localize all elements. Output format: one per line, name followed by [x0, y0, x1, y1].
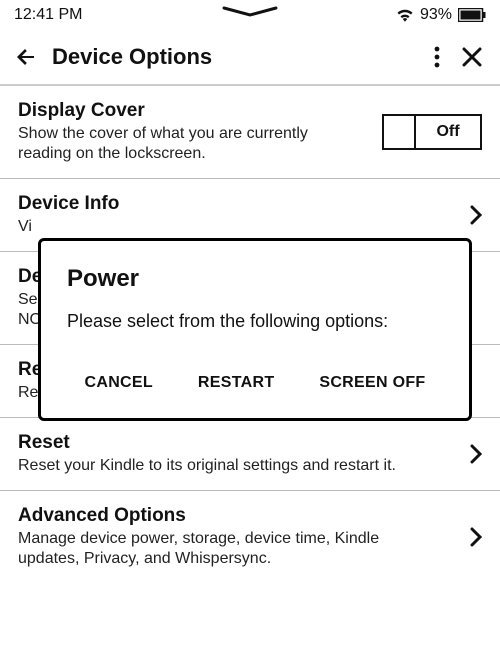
- item-reset[interactable]: Reset Reset your Kindle to its original …: [0, 418, 500, 491]
- menu-button[interactable]: [434, 46, 440, 68]
- page-header: Device Options: [0, 26, 500, 84]
- close-icon: [462, 47, 482, 67]
- display-cover-toggle[interactable]: Off: [382, 114, 482, 150]
- power-dialog: Power Please select from the following o…: [38, 238, 472, 421]
- clock: 12:41 PM: [14, 6, 82, 24]
- item-title: Advanced Options: [18, 505, 432, 527]
- item-desc: Vi: [18, 217, 432, 237]
- toggle-knob: [384, 116, 416, 148]
- battery-percent: 93%: [420, 6, 452, 24]
- toggle-label: Off: [416, 116, 480, 148]
- item-title: Reset: [18, 432, 432, 454]
- item-desc: Manage device power, storage, device tim…: [18, 529, 432, 569]
- item-desc: Reset your Kindle to its original settin…: [18, 456, 432, 476]
- page-title: Device Options: [52, 44, 434, 70]
- item-title: Device Info: [18, 193, 432, 215]
- more-vertical-icon: [434, 46, 440, 68]
- drag-handle-icon[interactable]: [222, 6, 278, 18]
- chevron-right-icon: [470, 527, 482, 547]
- cancel-button[interactable]: CANCEL: [84, 374, 152, 392]
- close-button[interactable]: [462, 47, 482, 67]
- restart-button[interactable]: RESTART: [198, 374, 274, 392]
- wifi-icon: [396, 8, 414, 22]
- dialog-message: Please select from the following options…: [67, 311, 443, 332]
- item-title: Display Cover: [18, 100, 332, 122]
- chevron-right-icon: [470, 205, 482, 225]
- dialog-title: Power: [67, 265, 443, 293]
- arrow-left-icon: [14, 45, 38, 69]
- item-display-cover[interactable]: Display Cover Show the cover of what you…: [0, 86, 500, 179]
- screen-off-button[interactable]: SCREEN OFF: [319, 374, 425, 392]
- battery-icon: [458, 8, 486, 22]
- chevron-right-icon: [470, 444, 482, 464]
- item-desc: Show the cover of what you are currently…: [18, 124, 332, 164]
- item-advanced-options[interactable]: Advanced Options Manage device power, st…: [0, 491, 500, 583]
- back-button[interactable]: [14, 45, 42, 69]
